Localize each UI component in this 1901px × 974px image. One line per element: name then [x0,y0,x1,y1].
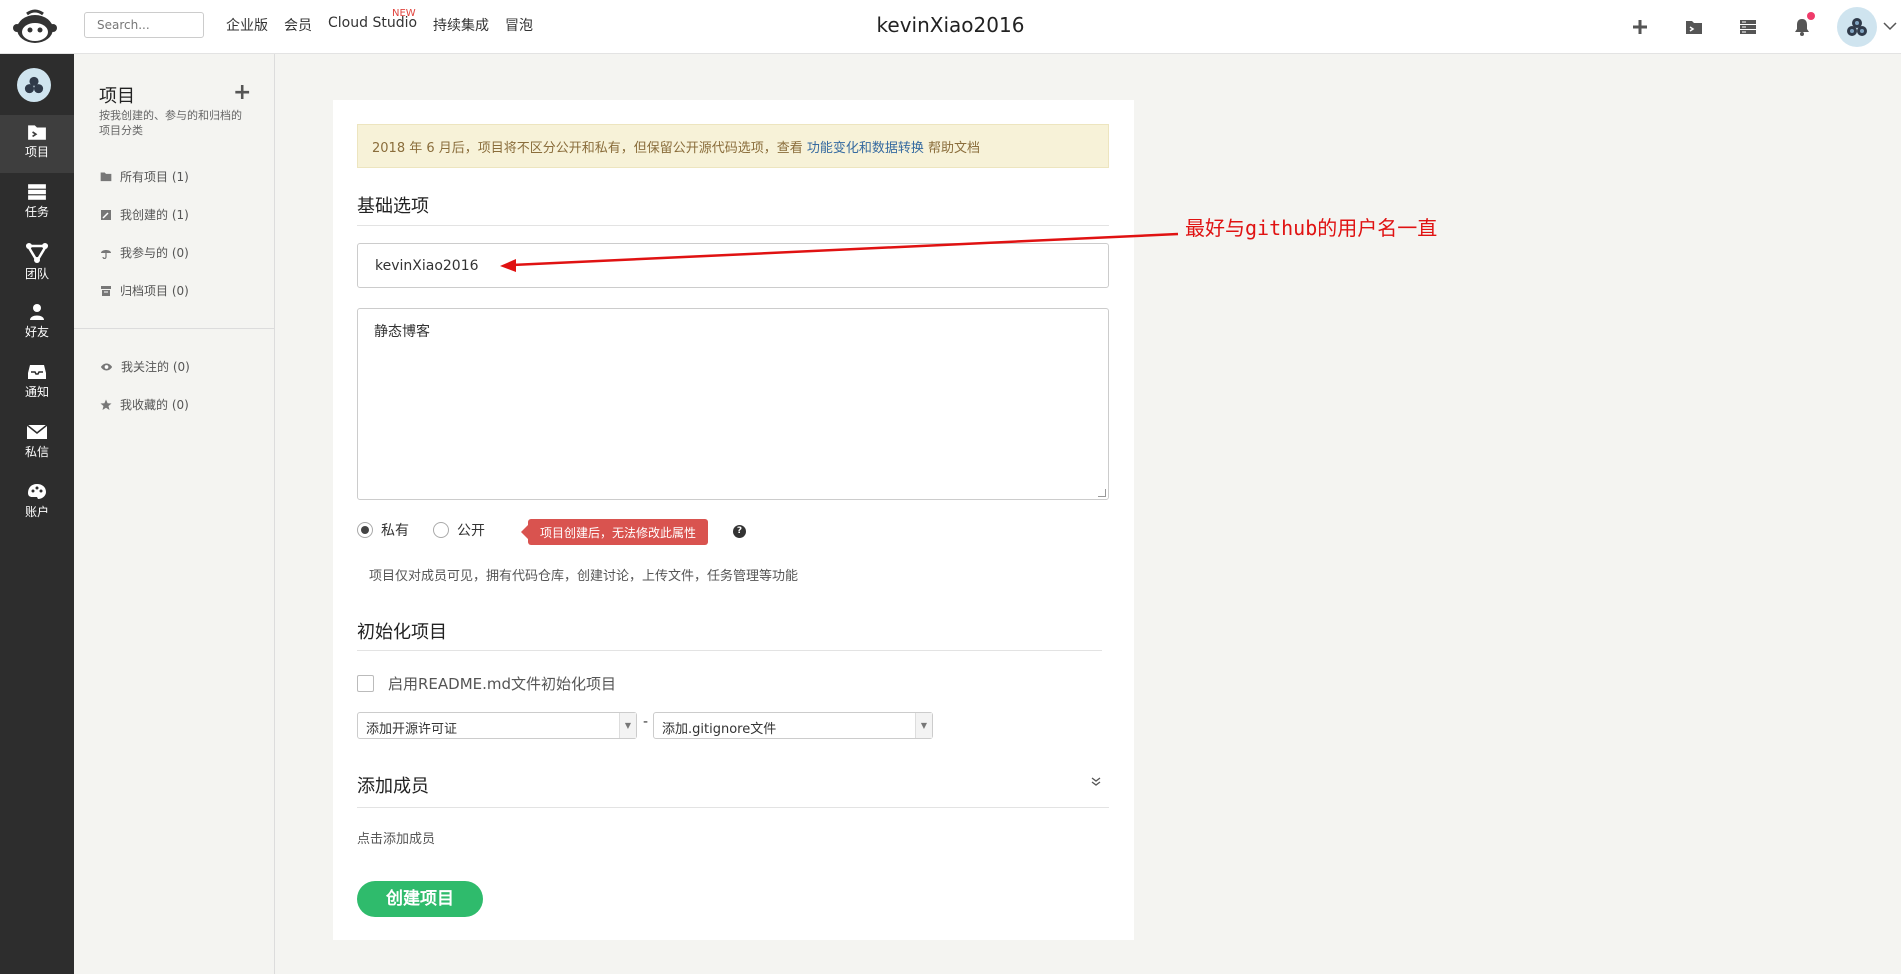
search-input[interactable] [84,12,204,38]
project-sidebar-title: 项目 [99,86,135,107]
sidebar-item-created[interactable]: 我创建的 (1) [100,206,189,223]
nav-bubble[interactable]: 冒泡 [505,15,533,35]
add-members-hint[interactable]: 点击添加成员 [357,828,435,847]
select-separator: - [643,714,649,730]
task-icon [28,184,46,200]
project-description-value: 静态博客 [374,324,430,340]
palette-icon [28,484,46,499]
plus-icon[interactable] [1613,0,1667,54]
umbrella-icon [101,249,111,259]
private-radio[interactable] [357,522,373,538]
sidebar-item-projects[interactable]: 项目 [0,115,74,173]
avatar[interactable] [1837,7,1877,47]
create-project-form: 2018 年 6 月后，项目将不区分公开和私有，但保留公开源代码选项，查看 功能… [333,100,1134,940]
notice-link[interactable]: 功能变化和数据转换 [807,141,924,156]
license-select[interactable]: 添加开源许可证 ▼ [357,712,637,739]
add-project-icon[interactable]: + [233,80,251,105]
readme-checkbox[interactable] [357,675,374,692]
sidebar-item-label: 团队 [24,267,49,281]
sidebar-item-messages[interactable]: 私信 [0,415,74,473]
divider [357,650,1102,651]
create-project-button[interactable]: 创建项目 [357,881,483,917]
init-project-title: 初始化项目 [357,622,447,643]
notification-dot [1807,12,1815,20]
friend-icon [30,304,44,320]
divider [357,225,1109,226]
project-icon [28,125,46,140]
add-members-title: 添加成员 [357,776,429,797]
sidebar-item-watching[interactable]: 我关注的 (0) [100,358,190,375]
task-icon[interactable] [1721,0,1775,54]
edit-icon [101,209,111,220]
nav-ci[interactable]: 持续集成 [433,15,489,35]
top-icons [1613,0,1901,54]
public-radio[interactable] [433,522,449,538]
project-name-value: kevinXiao2016 [375,257,479,274]
privacy-hint: 项目仅对成员可见，拥有代码仓库，创建讨论，上传文件，任务管理等功能 [369,569,799,584]
chevron-down-icon[interactable] [1883,19,1897,35]
archive-icon [101,285,111,296]
double-chevron-down-icon[interactable] [1091,776,1101,790]
sidebar-item-label: 项目 [24,145,49,159]
new-badge: NEW [392,8,416,19]
nav-member[interactable]: 会员 [284,15,312,35]
sidebar-item-label: 私信 [24,445,49,459]
sidebar-item-starred[interactable]: 我收藏的 (0) [100,396,189,413]
coding-logo[interactable] [12,8,58,46]
sidebar-item-label: 任务 [24,205,49,219]
team-icon [26,243,48,263]
public-label[interactable]: 公开 [457,520,485,540]
sidebar-item-archived[interactable]: 归档项目 (0) [100,282,189,299]
notice-banner: 2018 年 6 月后，项目将不区分公开和私有，但保留公开源代码选项，查看 功能… [357,124,1109,168]
sidebar-item-label: 好友 [24,325,49,339]
private-label[interactable]: 私有 [381,520,409,540]
annotation-text: 最好与github的用户名一直 [1185,216,1438,240]
sidebar-item-label: 账户 [24,505,49,519]
bell-icon[interactable] [1775,0,1829,54]
sidebar-item-friends[interactable]: 好友 [0,295,74,353]
sidebar-item-notifications[interactable]: 通知 [0,355,74,413]
inbox-icon [28,365,46,379]
sidebar-item-tasks[interactable]: 任务 [0,175,74,233]
top-bar: 企业版 会员 Cloud Studio 持续集成 冒泡 NEW kevinXia… [0,0,1901,54]
help-icon[interactable]: ? [733,525,746,538]
sidebar-item-all-projects[interactable]: 所有项目 (1) [100,168,189,185]
project-description-textarea[interactable]: 静态博客 [357,308,1109,500]
sidebar-item-team[interactable]: 团队 [0,235,74,293]
dropdown-arrow-icon: ▼ [619,713,636,738]
sidebar-item-account[interactable]: 账户 [0,475,74,533]
gitignore-select[interactable]: 添加.gitignore文件 ▼ [653,712,933,739]
divider [357,807,1109,808]
sidebar-item-joined[interactable]: 我参与的 (0) [100,244,189,261]
project-sidebar: 项目 + 按我创建的、参与的和归档的项目分类 所有项目 (1) 我创建的 (1)… [74,54,275,974]
main-sidebar: 项目 任务 团队 好友 通知 私信 账户 [0,54,74,974]
project-icon[interactable] [1667,0,1721,54]
project-sidebar-description: 按我创建的、参与的和归档的项目分类 [99,109,242,137]
readme-option[interactable]: 启用README.md文件初始化项目 [357,673,616,694]
nav-enterprise[interactable]: 企业版 [226,15,268,35]
dropdown-arrow-icon: ▼ [915,713,932,738]
project-name-input[interactable]: kevinXiao2016 [357,243,1109,288]
resize-handle[interactable] [1098,489,1106,497]
folder-icon [100,172,112,182]
mail-icon [26,424,48,439]
eye-icon [100,363,113,370]
divider [74,328,274,329]
visibility-warning-tag: 项目创建后，无法修改此属性 [520,519,709,545]
sidebar-avatar[interactable] [17,68,51,102]
star-icon [100,399,112,410]
visibility-radio-group: 私有 公开 [357,520,485,540]
sidebar-item-label: 通知 [24,385,49,399]
basic-options-title: 基础选项 [357,196,429,217]
top-nav: 企业版 会员 Cloud Studio 持续集成 冒泡 [226,15,533,35]
readme-label: 启用README.md文件初始化项目 [388,675,617,693]
